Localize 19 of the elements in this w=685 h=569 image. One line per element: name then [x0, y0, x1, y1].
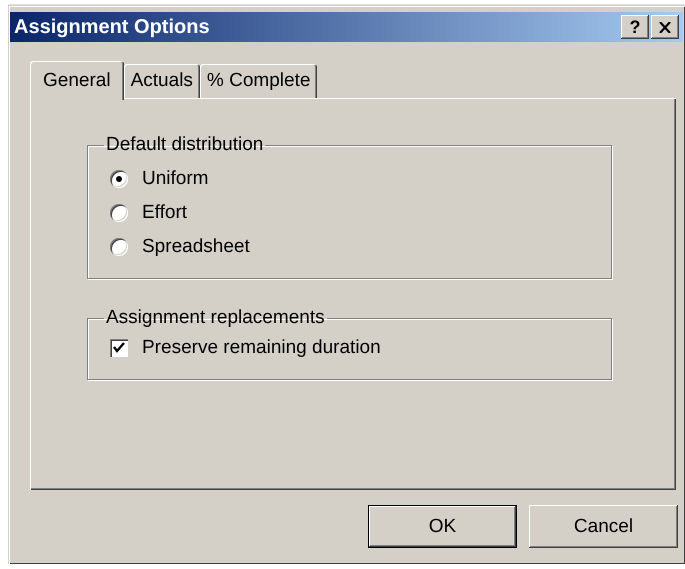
option-label: Spreadsheet — [142, 236, 250, 258]
option-label: Preserve remaining duration — [142, 337, 381, 359]
option-label: Effort — [142, 202, 188, 224]
tab[interactable]: Actuals — [124, 64, 200, 98]
help-button[interactable]: ? — [621, 15, 649, 39]
group-title: Default distribution — [105, 134, 264, 156]
radio-button[interactable] — [110, 204, 128, 222]
option-label: Uniform — [142, 168, 209, 190]
window-title: Assignment Options — [14, 16, 211, 38]
radio-button[interactable] — [110, 238, 128, 256]
dialog-button[interactable]: Cancel — [529, 505, 678, 548]
radio-button[interactable] — [110, 170, 128, 188]
checkbox[interactable] — [110, 339, 128, 357]
tab[interactable]: General — [30, 61, 124, 100]
dialog-button[interactable]: OK — [368, 505, 517, 548]
tab[interactable]: % Complete — [200, 64, 318, 98]
close-button[interactable] — [651, 15, 679, 39]
close-icon — [659, 22, 671, 32]
group-title: Assignment replacements — [105, 307, 326, 329]
